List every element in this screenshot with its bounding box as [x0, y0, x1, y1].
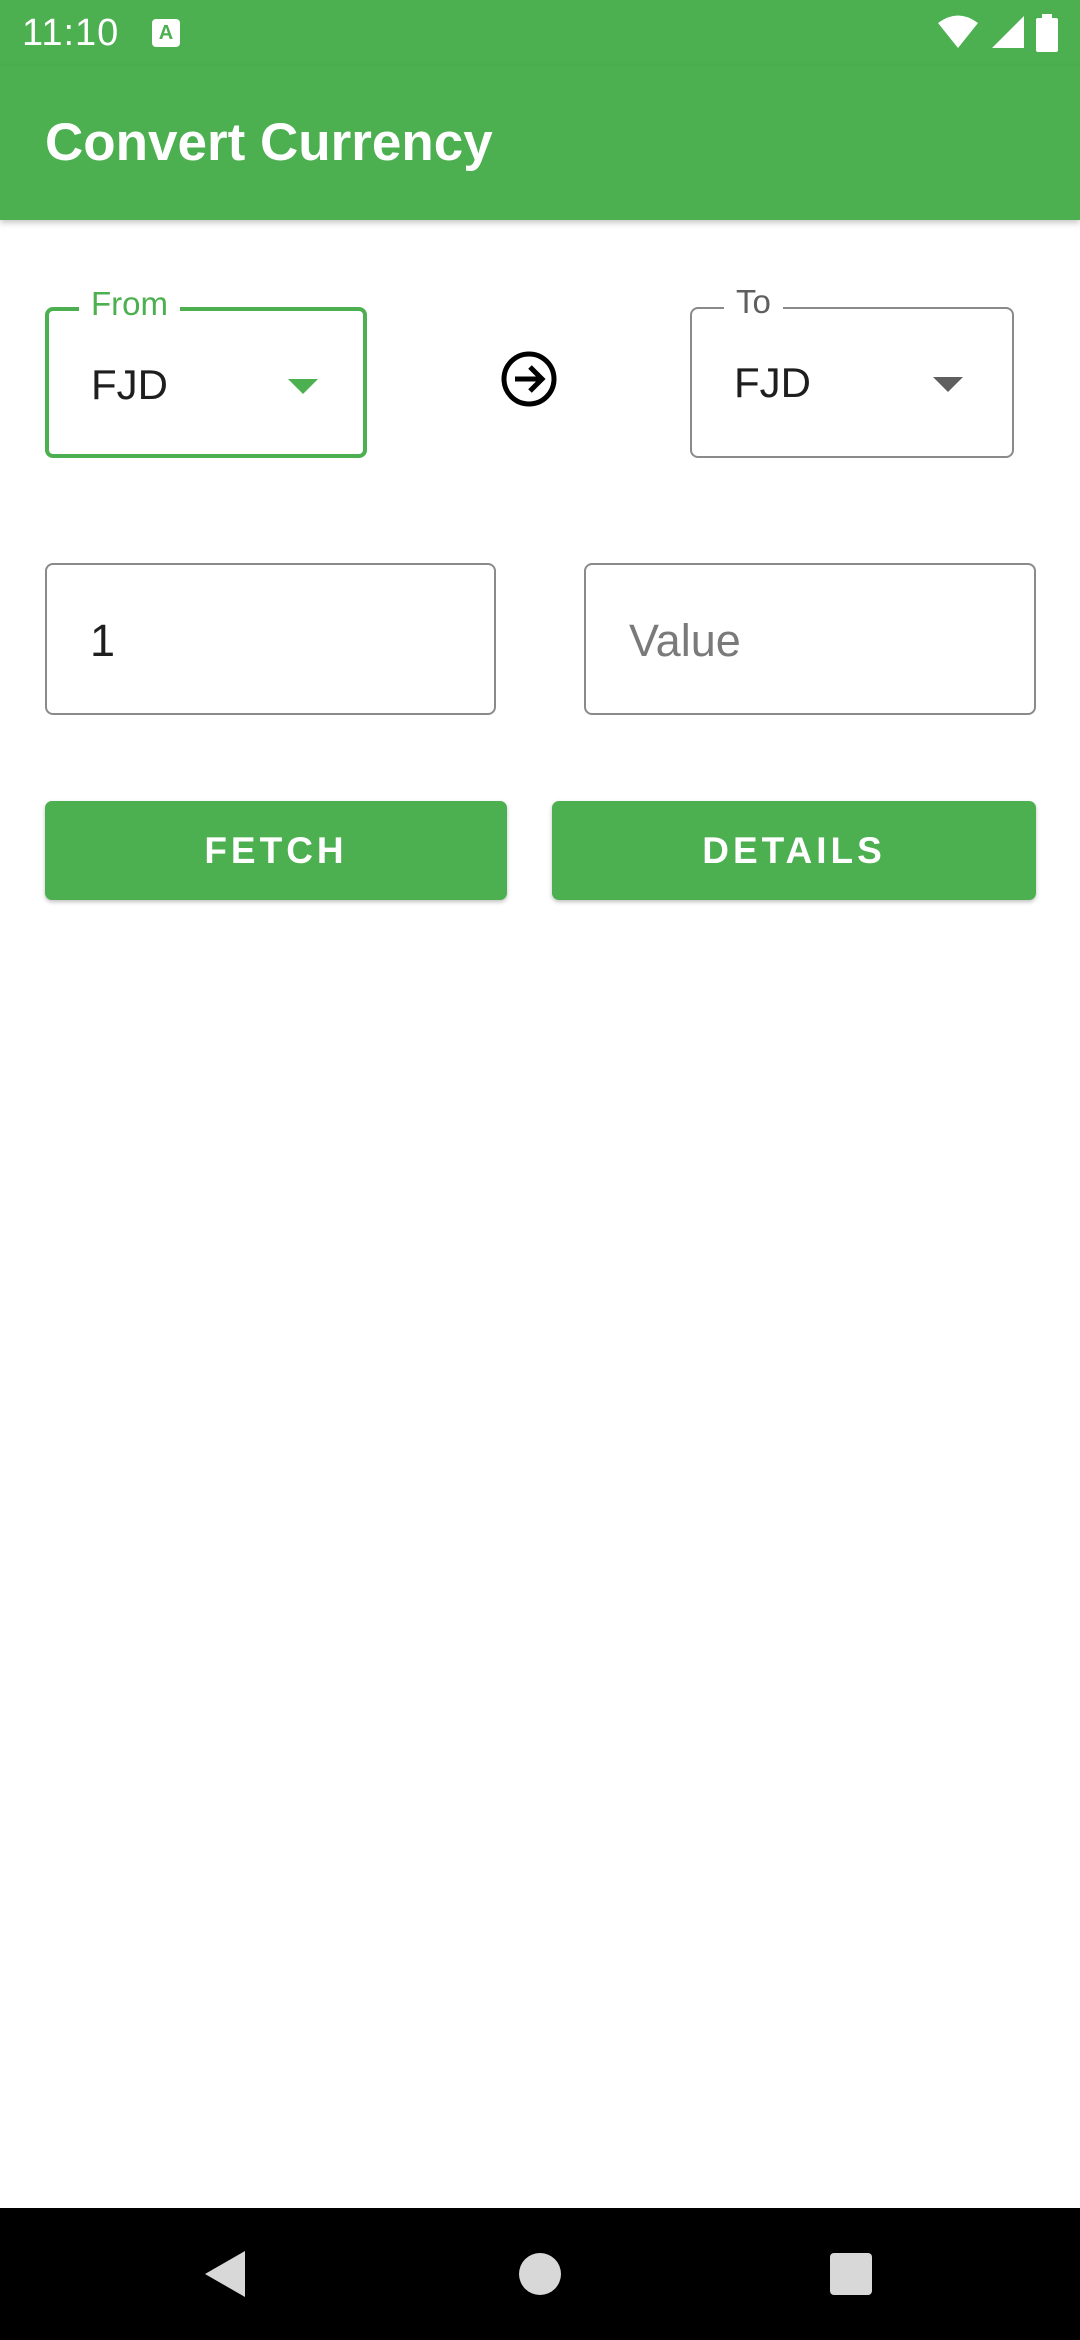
- to-currency-value: FJD: [734, 359, 811, 406]
- status-bar: 11:10 A: [0, 0, 1080, 66]
- to-label: To: [724, 283, 783, 321]
- chevron-down-icon: [933, 377, 963, 392]
- status-time: 11:10: [22, 12, 120, 54]
- to-currency-dropdown[interactable]: To FJD: [690, 283, 1014, 458]
- from-currency-value: FJD: [91, 361, 168, 408]
- amount-input[interactable]: 1: [45, 563, 496, 715]
- page-title: Convert Currency: [45, 113, 493, 172]
- a-letter-icon: A: [152, 19, 180, 47]
- recents-icon[interactable]: [829, 2252, 873, 2296]
- amount-value: 1: [90, 615, 116, 666]
- details-button[interactable]: DETAILS: [552, 801, 1036, 900]
- navigation-bar: [0, 2208, 1080, 2340]
- back-icon[interactable]: [203, 2249, 247, 2299]
- from-currency-dropdown[interactable]: From FJD: [45, 285, 367, 458]
- status-icons: [931, 14, 1058, 52]
- home-icon[interactable]: [518, 2252, 562, 2296]
- signal-icon: [991, 16, 1024, 48]
- result-field[interactable]: Value: [584, 563, 1036, 715]
- battery-icon: [1036, 14, 1058, 52]
- from-label: From: [79, 285, 180, 323]
- result-placeholder: Value: [629, 615, 741, 666]
- chevron-down-icon: [288, 379, 318, 394]
- app-bar: Convert Currency: [0, 66, 1080, 220]
- arrow-right-circle-icon[interactable]: [498, 348, 560, 410]
- fetch-button[interactable]: FETCH: [45, 801, 507, 900]
- wifi-icon: [938, 15, 979, 48]
